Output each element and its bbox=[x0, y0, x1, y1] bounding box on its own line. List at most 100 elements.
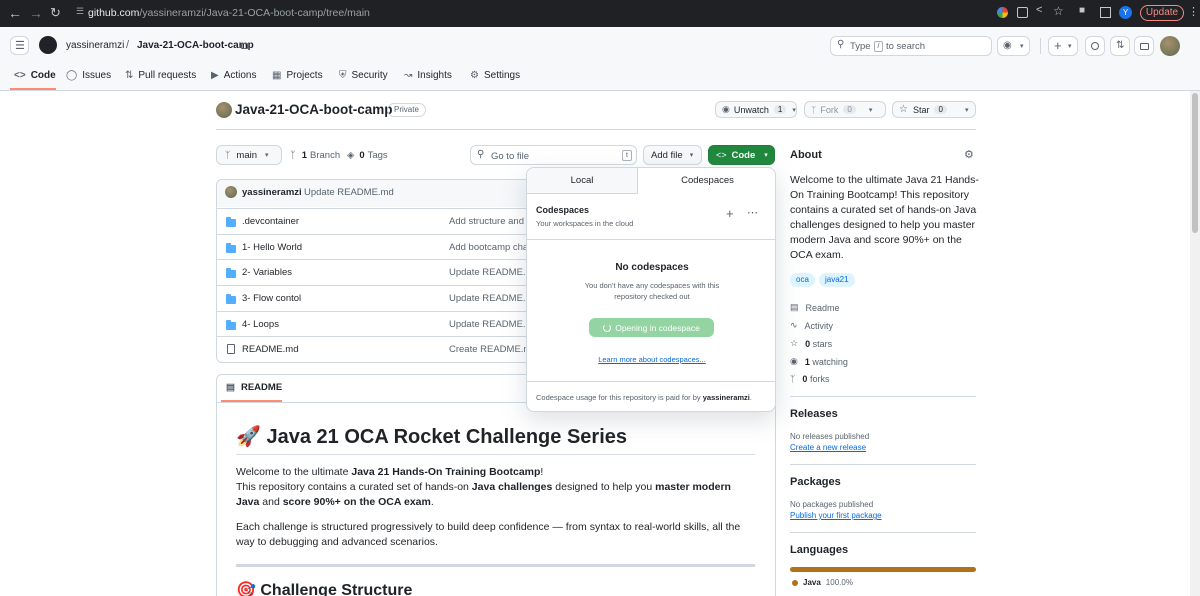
create-new-button[interactable]: + ▾ bbox=[1048, 36, 1078, 56]
file-name[interactable]: 2- Variables bbox=[242, 267, 292, 278]
go-to-file-input[interactable]: ⚲ Go to file t bbox=[470, 145, 637, 165]
lock-icon bbox=[241, 43, 248, 49]
file-name[interactable]: 1- Hello World bbox=[242, 242, 302, 253]
visibility-badge: Private bbox=[387, 103, 426, 117]
tab-codespaces[interactable]: Codespaces bbox=[638, 168, 775, 194]
forks-link[interactable]: ᛉ0 forks bbox=[790, 374, 829, 384]
tab-projects[interactable]: ▦ Projects bbox=[272, 70, 323, 81]
publish-package-link[interactable]: Publish your first package bbox=[790, 511, 882, 520]
fork-button[interactable]: ᛉ Fork 0 ▾ bbox=[804, 101, 886, 118]
copilot-button[interactable]: ◉ ▾ bbox=[997, 36, 1030, 56]
tab-insights[interactable]: ↝ Insights bbox=[404, 70, 452, 81]
watch-count: 1 bbox=[773, 105, 787, 114]
file-commit-message[interactable]: Update README.m bbox=[449, 293, 533, 304]
file-commit-message[interactable]: Update README.m bbox=[449, 267, 533, 278]
google-icon[interactable] bbox=[997, 7, 1008, 18]
path-separator: / bbox=[126, 39, 130, 51]
sidebar-divider bbox=[790, 532, 976, 533]
forward-icon[interactable]: → bbox=[29, 6, 43, 20]
github-logo-icon[interactable] bbox=[39, 36, 57, 54]
learn-more-link[interactable]: Learn more about codespaces... bbox=[527, 355, 775, 364]
install-icon[interactable] bbox=[1017, 7, 1028, 18]
file-commit-message[interactable]: Add structure and bbox=[449, 216, 524, 227]
pull-requests-button[interactable]: ⇅ bbox=[1110, 36, 1130, 56]
releases-title[interactable]: Releases bbox=[790, 408, 838, 420]
branch-select[interactable]: ᛉ main ▾ bbox=[216, 145, 282, 165]
share-icon[interactable]: < bbox=[1036, 4, 1042, 16]
tab-actions[interactable]: ▶ Actions bbox=[211, 70, 257, 81]
commit-message[interactable]: Update README.md bbox=[304, 187, 394, 198]
gear-icon: ⚙ bbox=[470, 70, 479, 81]
book-icon: ▤ bbox=[226, 382, 235, 393]
branches-link[interactable]: ᛉ 1 Branch bbox=[290, 150, 340, 161]
active-tab-underline bbox=[10, 88, 56, 90]
readme-tab[interactable]: ▤ README bbox=[226, 382, 282, 393]
readme-link[interactable]: ▤ Readme bbox=[790, 302, 840, 313]
readme-heading: 🚀 Java 21 OCA Rocket Challenge Series bbox=[236, 426, 628, 448]
file-commit-message[interactable]: Create README.m bbox=[449, 344, 531, 355]
reload-icon[interactable]: ↻ bbox=[50, 6, 61, 20]
user-avatar[interactable] bbox=[1160, 36, 1180, 56]
more-options-icon[interactable]: ⋯ bbox=[747, 207, 758, 220]
popup-footer-divider bbox=[527, 381, 775, 382]
extensions-icon[interactable]: ■ bbox=[1079, 5, 1085, 16]
file-name[interactable]: .devcontainer bbox=[242, 216, 299, 227]
code-button[interactable]: <> Code ▾ bbox=[708, 145, 775, 165]
file-commit-message[interactable]: Add bootcamp cha bbox=[449, 242, 528, 253]
file-name[interactable]: README.md bbox=[242, 344, 298, 355]
gear-icon[interactable]: ⚙ bbox=[964, 148, 974, 161]
file-name[interactable]: 4- Loops bbox=[242, 319, 279, 330]
file-commit-message[interactable]: Update README.m bbox=[449, 319, 533, 330]
add-file-button[interactable]: Add file ▾ bbox=[643, 145, 702, 165]
menu-button[interactable]: ☰ bbox=[10, 36, 29, 55]
plus-icon[interactable]: + bbox=[726, 207, 734, 220]
tab-issues[interactable]: ◯ Issues bbox=[66, 70, 111, 81]
site-info-icon[interactable]: ☰ bbox=[76, 6, 84, 17]
topic-tag[interactable]: java21 bbox=[819, 273, 855, 287]
back-icon[interactable]: ← bbox=[8, 6, 22, 20]
activity-link[interactable]: ∿ Activity bbox=[790, 320, 833, 331]
inbox-button[interactable] bbox=[1134, 36, 1154, 56]
target-icon: 🎯 bbox=[236, 582, 256, 596]
header-divider bbox=[1040, 38, 1041, 54]
profile-avatar[interactable]: Y bbox=[1119, 6, 1132, 19]
packages-title[interactable]: Packages bbox=[790, 476, 841, 488]
star-button[interactable]: ☆ Star 0 ▾ bbox=[892, 101, 976, 118]
tab-local[interactable]: Local bbox=[527, 168, 638, 194]
owner-link[interactable]: yassineramzi bbox=[66, 40, 124, 51]
watching-link[interactable]: ◉ 1 watching bbox=[790, 356, 848, 367]
issues-button[interactable] bbox=[1085, 36, 1105, 56]
tab-security[interactable]: ⛨ Security bbox=[339, 70, 388, 81]
open-codespace-button[interactable]: Opening in codespace bbox=[589, 318, 714, 337]
folder-icon bbox=[226, 320, 236, 330]
no-packages-text: No packages published bbox=[790, 500, 874, 509]
pulse-icon: ∿ bbox=[790, 320, 798, 330]
play-icon: ▶ bbox=[211, 70, 219, 81]
tab-settings[interactable]: ⚙ Settings bbox=[470, 70, 520, 81]
file-name[interactable]: 3- Flow contol bbox=[242, 293, 301, 304]
language-item[interactable]: Java 100.0% bbox=[792, 578, 853, 587]
chevron-down-icon: ▾ bbox=[1020, 43, 1024, 50]
stars-link[interactable]: ☆ 0 stars bbox=[790, 338, 832, 349]
repo-link[interactable]: Java-21-OCA-boot-camp bbox=[137, 40, 254, 51]
bookmark-star-icon[interactable]: ☆ bbox=[1053, 4, 1064, 18]
create-release-link[interactable]: Create a new release bbox=[790, 443, 866, 452]
tab-pull-requests[interactable]: ⇅ Pull requests bbox=[125, 70, 196, 81]
chevron-down-icon: ▾ bbox=[868, 106, 873, 114]
repo-title[interactable]: Java-21-OCA-boot-camp bbox=[235, 102, 393, 117]
update-button[interactable]: Update bbox=[1140, 5, 1184, 21]
tags-link[interactable]: ◈ 0 Tags bbox=[347, 150, 388, 161]
menu-kebab-icon[interactable]: ⋮ bbox=[1188, 5, 1199, 18]
commit-author[interactable]: yassineramzi bbox=[242, 187, 302, 198]
sidepanel-icon[interactable] bbox=[1100, 7, 1111, 18]
search-input[interactable]: ⚲ Type / to search bbox=[830, 36, 992, 56]
folder-icon bbox=[226, 217, 236, 227]
topic-tag[interactable]: oca bbox=[790, 273, 815, 287]
scrollbar-thumb[interactable] bbox=[1192, 93, 1198, 233]
tab-code[interactable]: <> Code bbox=[14, 70, 56, 81]
empty-state-title: No codespaces bbox=[615, 262, 689, 273]
scrollbar-track[interactable] bbox=[1190, 91, 1200, 596]
about-title: About bbox=[790, 149, 822, 161]
code-dropdown-popup: Local Codespaces Codespaces Your workspa… bbox=[526, 167, 776, 412]
watch-button[interactable]: ◉ Unwatch 1 ▾ bbox=[715, 101, 797, 118]
